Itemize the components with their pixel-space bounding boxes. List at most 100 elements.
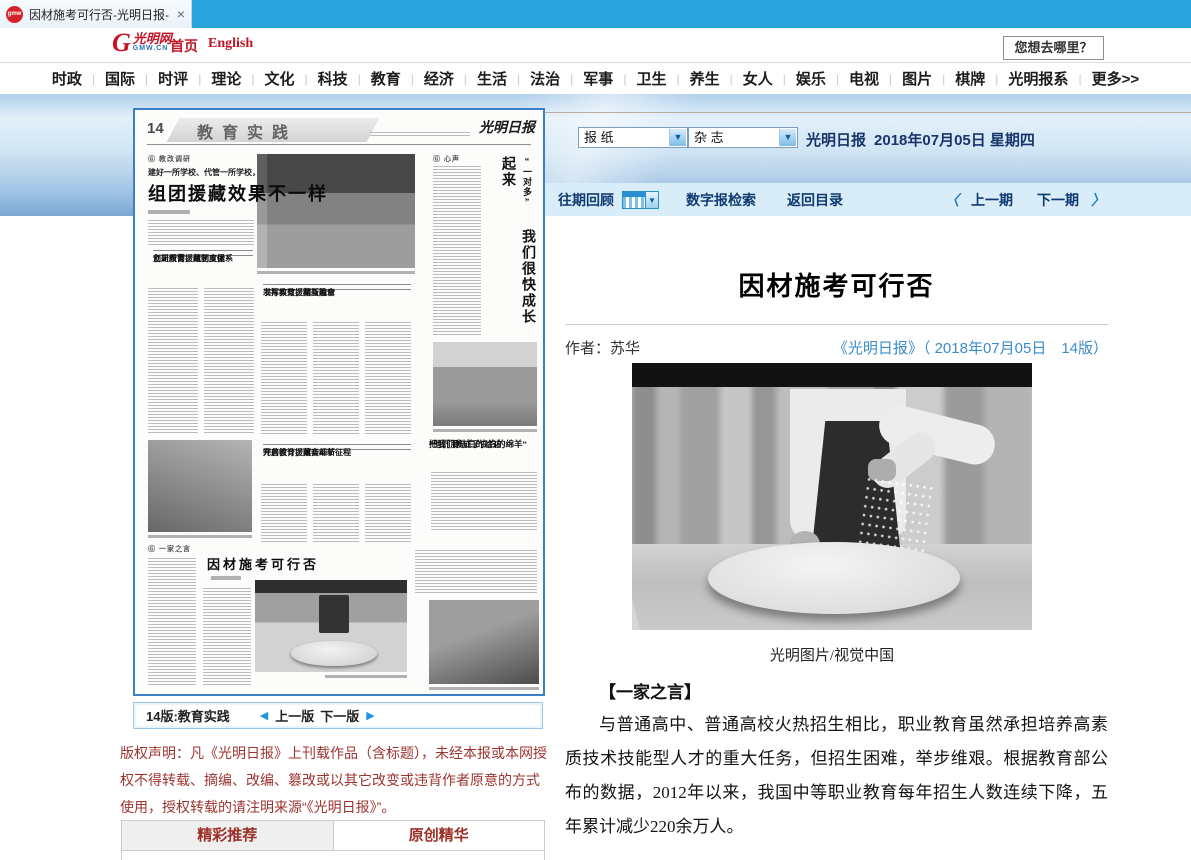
nav-separator: | [198,72,201,86]
thumb-photo-caption [148,535,252,538]
thumb-text-block [415,550,537,594]
article-paragraph: 与普通高中、普通高校火热招生相比，职业教育虽然承担培养高素质技术技能型人才的重大… [565,708,1108,844]
back-to-contents-link[interactable]: 返回目录 [787,190,843,210]
article-author: 作者：苏华 [565,337,640,358]
nav-item-8[interactable]: 经济 [424,68,454,89]
close-icon[interactable]: × [177,7,185,21]
thumb-photo-baker [255,580,407,672]
dropdown-arrow-icon[interactable]: ▼ [779,129,796,146]
nav-item-7[interactable]: 教育 [371,68,401,89]
prev-page-link[interactable]: 上一版 [275,706,314,725]
site-header: G 光明网 GMW.CN 首页 English 您想去哪里？ [0,28,1191,62]
nav-separator: | [411,72,414,86]
past-issues-link[interactable]: 往期回顾 [558,190,614,210]
nav-item-6[interactable]: 科技 [318,68,348,89]
thumb-dateline [370,132,470,136]
nav-item-17[interactable]: 图片 [902,68,932,89]
thumb-photo-caption [429,687,539,690]
prev-issue-arrow-icon[interactable]: 〈 [945,190,959,210]
nav-item-9[interactable]: 生活 [477,68,507,89]
next-issue-link[interactable]: 下一期 [1037,190,1079,210]
logo-en: GMW.CN [133,45,172,52]
thumb-box2-line2: 书写教育援藏新篇章 [263,287,335,298]
nav-separator: | [145,72,148,86]
page-pager: 14版:教育实践 ◀ 上一版 下一版 ▶ [133,702,543,729]
article-body: 与普通高中、普通高校火热招生相比，职业教育虽然承担培养高素质技术技能型人才的重大… [565,708,1108,860]
gmw-logo[interactable]: G 光明网 GMW.CN [112,30,172,56]
nav-item-19[interactable]: 光明报系 [1008,68,1068,89]
calendar-dropdown-arrow-icon[interactable]: ▼ [646,191,659,209]
thumb-text-block [313,322,359,436]
magazine-select[interactable]: 杂 志 ▼ [688,127,798,148]
main-nav: 时政|国际|时评|理论|文化|科技|教育|经济|生活|法治|军事|卫生|养生|女… [0,62,1191,94]
nav-item-15[interactable]: 娱乐 [796,68,826,89]
digital-search-link[interactable]: 数字报检索 [686,190,756,210]
magazine-select-value: 杂 志 [694,130,724,145]
thumb-box-headline-3: 完善设计，落实细节 开启教育援藏奋斗新征程 [263,444,411,450]
thumb-author-mark [148,210,190,214]
thumb-box-headline-1: 立足所需，组团支援 创新教育援藏制度体系 [153,250,253,256]
nav-item-11[interactable]: 军事 [583,68,613,89]
thumb-text-block [261,484,307,542]
thumb-text-block [365,322,411,436]
thumb-text-block [148,288,198,434]
next-page-arrow-icon[interactable]: ▶ [366,709,374,722]
browser-tab[interactable]: gmw 因材施考可行否-光明日报- × [0,0,192,28]
search-box[interactable]: 您想去哪里？ [1003,36,1104,60]
nav-separator: | [623,72,626,86]
dropdown-arrow-icon[interactable]: ▼ [669,129,686,146]
nav-item-1[interactable]: 时政 [52,68,82,89]
thumb-column-logo: Ⓖ 教改调研 [148,154,191,164]
thumb-photo-classroom [433,342,537,426]
next-issue-arrow-icon[interactable]: 〉 [1091,190,1105,210]
photo-top-shelf [632,363,1032,387]
nav-separator: | [942,72,945,86]
edition-masthead: 光明日报 [806,132,866,149]
favicon-icon: gmw [6,6,23,23]
page-pager-label: 14版:教育实践 [146,706,230,725]
logo-text: 光明网 GMW.CN [133,32,172,52]
nav-item-5[interactable]: 文化 [264,68,294,89]
newspaper-select[interactable]: 报 纸 ▼ [578,127,688,148]
nav-item-16[interactable]: 电视 [849,68,879,89]
thumb-text-block [204,288,254,434]
nav-item-4[interactable]: 理论 [211,68,241,89]
recommend-tab-header: 精彩推荐 原创精华 [122,821,544,851]
thumb-headline-main: 组团援藏效果不一样 [148,180,328,206]
thumb-page-number: 14 [147,120,164,137]
nav-separator: | [995,72,998,86]
next-page-link[interactable]: 下一版 [320,706,359,725]
thumb-box-headline-2: 发挥实效，相互融合 书写教育援藏新篇章 [263,284,411,290]
thumb-photo-caption [257,271,415,274]
browser-tab-bar: gmw 因材施考可行否-光明日报- × [0,0,1191,28]
prev-issue-link[interactable]: 上一期 [971,190,1013,210]
epaper-toolbar: 往期回顾 ▼ 数字报检索 返回目录 〈 上一期 下一期 〉 [545,183,1191,216]
thumb-photo-group [257,154,415,268]
nav-item-10[interactable]: 法治 [530,68,560,89]
thumb-header-rule [147,144,531,145]
nav-item-13[interactable]: 养生 [690,68,720,89]
tab-bar-filler [192,0,1191,28]
nav-item-20[interactable]: 更多>> [1092,68,1140,89]
home-link[interactable]: 首页 [170,36,198,56]
article-divider [565,324,1108,325]
thumb-section-name: 教育实践 [197,119,297,143]
screen: gmw 因材施考可行否-光明日报- × G 光明网 GMW.CN 首页 Engl… [0,0,1191,860]
nav-item-2[interactable]: 国际 [105,68,135,89]
nav-separator: | [92,72,95,86]
prev-page-arrow-icon[interactable]: ◀ [260,709,268,722]
article-source: 《光明日报》（ 2018年07月05日 14版） [833,337,1108,358]
nav-item-12[interactable]: 卫生 [636,68,666,89]
nav-item-18[interactable]: 棋牌 [955,68,985,89]
logo-cn: 光明网 [133,32,172,45]
nav-separator: | [676,72,679,86]
thumb-box1-line2: 创新教育援藏制度体系 [153,253,233,264]
calendar-icon[interactable] [622,191,646,209]
tab-originals[interactable]: 原创精华 [334,821,545,850]
tab-highlights[interactable]: 精彩推荐 [122,821,334,850]
english-link[interactable]: English [208,36,253,52]
nav-item-3[interactable]: 时评 [158,68,188,89]
nav-item-14[interactable]: 女人 [743,68,773,89]
thumb-text-block [148,558,196,686]
newspaper-page-thumbnail[interactable]: 14 教育实践 光明日报 Ⓖ 教改调研 建好一所学校、代管一所学校，示范一个地区… [133,108,545,696]
